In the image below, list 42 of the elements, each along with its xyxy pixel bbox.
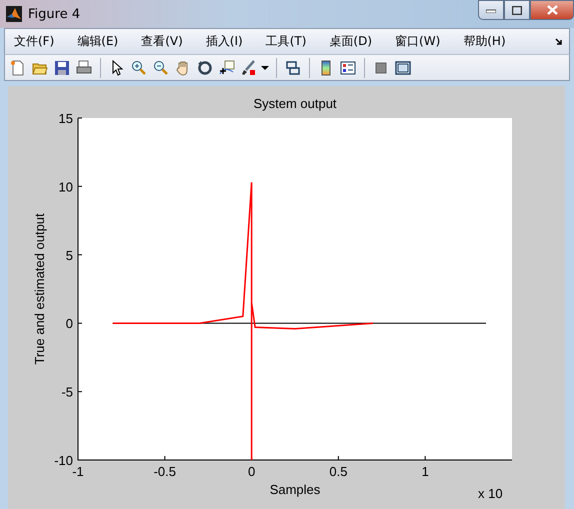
x-tick-label: -0.5 <box>154 464 176 479</box>
x-tick-label: 1 <box>422 464 429 479</box>
printer-icon <box>75 60 93 76</box>
matlab-logo-icon <box>6 6 22 22</box>
menu-item[interactable]: 文件(F) <box>10 33 58 50</box>
y-tick-label: -5 <box>61 384 73 400</box>
chart-title: System output <box>253 96 337 111</box>
x-tick-label: 0.5 <box>329 464 348 479</box>
rotate-icon <box>196 60 214 76</box>
menu-item[interactable]: 编辑(E) <box>73 33 122 50</box>
zoom-out-icon <box>152 60 170 76</box>
legend-icon <box>339 60 357 76</box>
x-tick-label: -1 <box>72 464 84 479</box>
y-tick-label: -10 <box>54 453 73 468</box>
close-icon <box>546 5 558 15</box>
y-tick-label: 15 <box>58 111 73 126</box>
brush-icon <box>240 60 258 76</box>
y-tick-label: 5 <box>66 248 73 263</box>
axis-exponent-label: x 10 <box>478 486 503 501</box>
y-tick-label: 0 <box>66 316 73 332</box>
close-button[interactable] <box>530 0 574 20</box>
minimize-button[interactable] <box>478 0 504 20</box>
zoom-in-icon <box>130 60 148 76</box>
window-title: Figure 4 <box>28 6 82 22</box>
x-axis-label: Samples <box>270 482 320 497</box>
menu-item[interactable]: 帮助(H) <box>459 33 510 50</box>
x-tick-label: 0 <box>248 464 256 479</box>
menu-item[interactable]: 桌面(D) <box>325 33 376 50</box>
menu-item[interactable]: 查看(V) <box>137 33 187 50</box>
menu-item[interactable]: 插入(I) <box>202 33 247 50</box>
menu-item[interactable]: 工具(T) <box>262 33 310 50</box>
y-axis-label: True and estimated output <box>32 213 47 365</box>
plot-tools-icon <box>394 60 412 76</box>
data-cursor-icon <box>218 60 236 76</box>
menu-item[interactable]: 窗口(W) <box>391 33 444 50</box>
minimize-icon <box>486 7 496 13</box>
maximize-button[interactable] <box>504 0 530 20</box>
link-icon <box>284 60 302 76</box>
y-tick-label: 10 <box>58 179 73 194</box>
restore-icon <box>512 6 522 14</box>
dock-arrow-icon[interactable] <box>555 38 563 46</box>
caret-icon <box>261 66 269 70</box>
